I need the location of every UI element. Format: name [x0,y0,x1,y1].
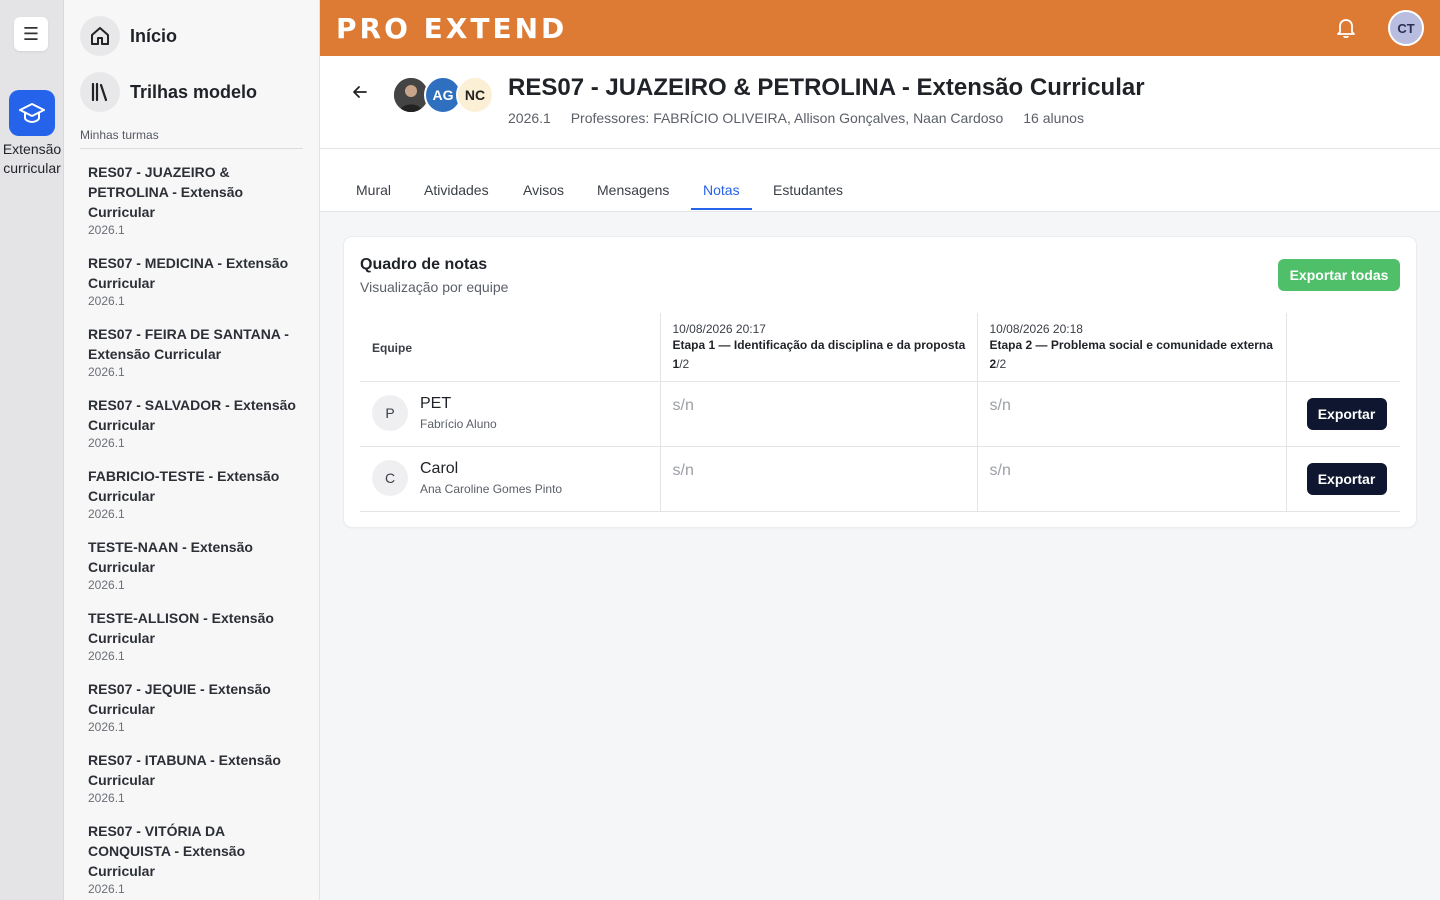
column-header-stage-1: 10/08/2026 20:17 Etapa 1 — Identificação… [659,313,977,382]
stage-progress: 2/2 [990,357,1274,371]
tab-atividades[interactable]: Atividades [424,182,489,208]
class-name: TESTE-NAAN - Extensão Curricular [88,539,253,575]
class-meta: 2026.1 Professores: FABRÍCIO OLIVEIRA, A… [508,110,1100,126]
grade-cell[interactable]: s/n [661,382,977,415]
class-item[interactable]: RES07 - SALVADOR - Extensão Curricular 20… [88,395,303,459]
class-item[interactable]: TESTE-NAAN - Extensão Curricular 2026.1 [88,537,303,601]
class-name: RES07 - MEDICINA - Extensão Curricular [88,255,289,291]
team-member: Ana Caroline Gomes Pinto [420,481,563,496]
class-item[interactable]: RES07 - JUAZEIRO & PETROLINA - Extensão … [88,162,303,246]
column-header-label: Equipe [372,341,413,355]
column-header-stage-2: 10/08/2026 20:18 Etapa 2 — Problema soci… [976,313,1286,382]
card-title: Quadro de notas [360,256,488,273]
export-button[interactable]: Exportar [1306,397,1387,430]
menu-icon[interactable]: ☰ [14,17,48,51]
class-term: 2026.1 [88,578,125,592]
bell-icon[interactable] [1334,15,1358,41]
class-term: 2026.1 [508,110,551,126]
class-name: RES07 - SALVADOR - Extensão Curricular [88,397,296,433]
stage-total: /2 [996,357,1007,371]
gradebook-table: Equipe 10/08/2026 20:17 Etapa 1 — Identi… [360,313,1400,512]
team-name: PET [420,394,452,412]
topbar: PRO EXTEND CT [320,0,1440,56]
brand-logo[interactable]: PRO EXTEND [336,12,567,45]
class-term: 2026.1 [88,365,125,379]
rail-app-extensao[interactable]: Extensão curricular [0,90,64,178]
class-list: RES07 - JUAZEIRO & PETROLINA - Extensão … [64,149,319,900]
class-item[interactable]: RES07 - MEDICINA - Extensão Curricular 20… [88,253,303,317]
export-button[interactable]: Exportar [1306,462,1387,495]
team-name: Carol [420,459,459,477]
tab-mural[interactable]: Mural [356,182,391,208]
table-row: P PET Fabrício Aluno s/n s/n Exportar [360,381,1400,447]
class-name: RES07 - JUAZEIRO & PETROLINA - Extensão … [88,164,244,220]
class-name: RES07 - JEQUIE - Extensão Curricular [88,681,271,717]
team-member: Fabrício Aluno [420,416,497,431]
tab-avisos[interactable]: Avisos [523,182,564,208]
stage-name: Etapa 2 — Problema social e comunidade e… [989,338,1273,352]
class-term: 2026.1 [88,791,125,805]
class-item[interactable]: FABRICIO-TESTE - Extensão Curricular 2026… [88,466,303,530]
class-item[interactable]: RES07 - JEQUIE - Extensão Curricular 2026… [88,679,303,743]
sidebar: Início Trilhas modelo Minhas turmas RES0… [64,0,320,900]
class-name: RES07 - VITÓRIA DA CONQUISTA - Extensão … [88,823,246,879]
library-icon [80,72,120,112]
student-count: 16 alunos [1023,110,1084,126]
grade-cell[interactable]: s/n [978,382,1286,415]
tab-mensagens[interactable]: Mensagens [597,182,669,208]
class-header: AG NC RES07 - JUAZEIRO & PETROLINA - Ext… [320,56,1440,149]
sidebar-item-label: Início [130,25,178,46]
tab-notas[interactable]: Notas [691,182,752,210]
sidebar-item-label: Trilhas modelo [130,81,258,102]
stage-name: Etapa 1 — Identificação da disciplina e … [672,338,966,352]
class-item[interactable]: TESTE-ALLISON - Extensão Curricular 2026.… [88,608,303,672]
table-row: C Carol Ana Caroline Gomes Pinto s/n s/n… [360,446,1400,512]
class-term: 2026.1 [88,720,125,734]
stage-progress: 1/2 [673,357,965,371]
class-name: FABRICIO-TESTE - Extensão Curricular [88,468,280,504]
stage-total: /2 [679,357,690,371]
section-title: Minhas turmas [80,128,303,149]
card-subtitle: Visualização por equipe [360,279,509,295]
tab-bar: Mural Atividades Avisos Mensagens Notas … [320,149,1440,212]
class-name: RES07 - FEIRA DE SANTANA - Extensão Curr… [88,326,289,362]
team-avatar: P [372,394,408,431]
app-rail: ☰ Extensão curricular [0,0,64,900]
stage-date: 10/08/2026 20:18 [989,322,1083,336]
class-term: 2026.1 [88,436,125,450]
grade-cell[interactable]: s/n [661,447,977,480]
table-header-row: Equipe 10/08/2026 20:17 Etapa 1 — Identi… [360,313,1400,382]
stage-date: 10/08/2026 20:17 [672,322,766,336]
class-name: TESTE-ALLISON - Extensão Curricular [88,610,274,646]
professors: Professores: FABRÍCIO OLIVEIRA, Allison … [570,110,1004,126]
class-term: 2026.1 [88,294,125,308]
class-term: 2026.1 [88,223,125,237]
class-name: RES07 - ITABUNA - Extensão Curricular [88,752,281,788]
tab-estudantes[interactable]: Estudantes [773,182,843,208]
back-arrow-icon[interactable] [352,84,368,105]
class-item[interactable]: RES07 - VITÓRIA DA CONQUISTA - Extensão … [88,821,303,900]
column-header-actions [1285,313,1400,382]
class-term: 2026.1 [88,507,125,521]
home-icon [80,16,120,56]
export-all-button[interactable]: Exportar todas [1278,259,1400,291]
class-term: 2026.1 [88,882,125,896]
class-term: 2026.1 [88,649,125,663]
sidebar-item-inicio[interactable]: Início [64,16,319,56]
class-item[interactable]: RES07 - ITABUNA - Extensão Curricular 202… [88,750,303,814]
rail-app-label: Extensão curricular [2,141,62,176]
avatar: NC [456,76,494,114]
team-avatar: C [372,459,408,496]
main-content: AG NC RES07 - JUAZEIRO & PETROLINA - Ext… [320,56,1440,900]
class-item[interactable]: RES07 - FEIRA DE SANTANA - Extensão Curr… [88,324,303,388]
gradebook-card: Quadro de notas Visualização por equipe … [344,237,1416,527]
graduation-cap-icon [9,90,55,136]
sidebar-item-trilhas[interactable]: Trilhas modelo [64,72,319,112]
page-title: RES07 - JUAZEIRO & PETROLINA - Extensão … [508,74,1145,101]
grade-cell[interactable]: s/n [978,447,1286,480]
user-avatar[interactable]: CT [1388,10,1424,46]
column-header-team: Equipe [360,313,660,382]
